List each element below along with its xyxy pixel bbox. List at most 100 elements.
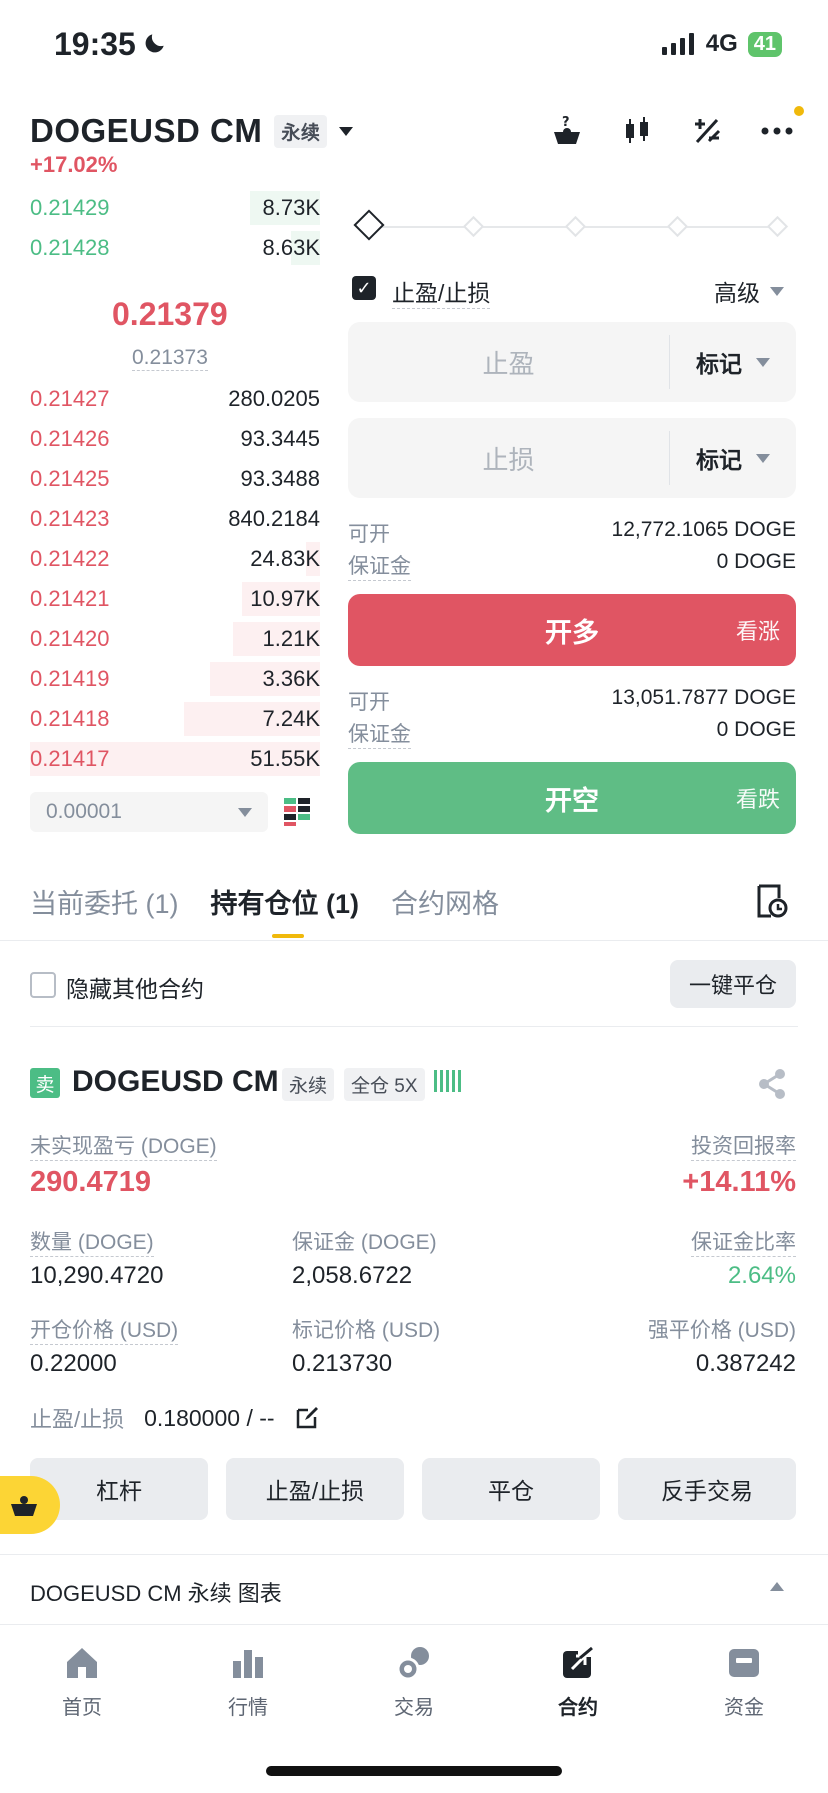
futures-assistant-button[interactable] xyxy=(0,1476,60,1534)
position-type-tag: 永续 xyxy=(282,1068,335,1101)
network-label: 4G xyxy=(705,30,738,57)
bid-row[interactable]: 0.21422 24.83K xyxy=(30,539,320,579)
sl-trigger-select[interactable]: 标记 xyxy=(670,441,796,475)
precision-select[interactable]: 0.00001 xyxy=(30,792,268,832)
bid-qty: 3.36K xyxy=(262,666,321,691)
nav-futures[interactable]: 合约 xyxy=(518,1645,638,1720)
list-divider xyxy=(30,1026,798,1027)
nav-trade-label: 交易 xyxy=(394,1697,434,1719)
margin-label: 保证金 (DOGE) xyxy=(292,1231,437,1254)
position-tpsl-label: 止盈/止损 xyxy=(30,1407,125,1432)
tpsl-checkbox[interactable]: ✓ xyxy=(352,276,376,300)
ask-row[interactable]: 0.21428 8.63K xyxy=(30,228,320,268)
bid-price: 0.21423 xyxy=(30,506,110,531)
mark-price[interactable]: 0.21373 xyxy=(132,346,208,371)
long-available-row: 可开 12,772.1065 DOGE xyxy=(348,518,796,548)
hide-others-label[interactable]: 隐藏其他合约 xyxy=(66,970,204,1004)
edit-icon[interactable] xyxy=(295,1406,319,1430)
slider-handle[interactable] xyxy=(353,209,385,241)
header-toolbar: ? xyxy=(548,112,796,150)
tpsl-button[interactable]: 止盈/止损 xyxy=(226,1458,404,1520)
candlestick-icon[interactable] xyxy=(618,112,656,150)
bid-row[interactable]: 0.21427 280.0205 xyxy=(30,379,320,419)
bid-qty: 7.24K xyxy=(262,706,321,731)
open-long-button[interactable]: 开多 看涨 xyxy=(348,594,796,666)
nav-home[interactable]: 首页 xyxy=(22,1645,142,1720)
tp-trigger-select[interactable]: 标记 xyxy=(670,345,796,379)
side-badge: 卖 xyxy=(30,1068,60,1098)
precision-value: 0.00001 xyxy=(46,800,122,823)
bid-price: 0.21426 xyxy=(30,426,110,451)
ask-row[interactable]: 0.21429 8.73K xyxy=(30,188,320,228)
ask-price: 0.21428 xyxy=(30,235,110,260)
bid-row[interactable]: 0.21420 1.21K xyxy=(30,619,320,659)
orderbook-asks: 0.21429 8.73K 0.21428 8.63K xyxy=(30,188,320,268)
margin-mode-tag[interactable]: 全仓 5X xyxy=(344,1068,425,1101)
nav-markets[interactable]: 行情 xyxy=(188,1645,308,1720)
roe-label: 投资回报率 xyxy=(691,1130,796,1161)
contract-type-tag: 永续 xyxy=(274,114,328,148)
chart-panel-toggle[interactable]: DOGEUSD CM 永续 图表 xyxy=(30,1576,282,1608)
tpsl-label[interactable]: 止盈/止损 xyxy=(392,274,491,309)
futures-grid-icon[interactable]: ? xyxy=(548,112,586,150)
margin-level-icon xyxy=(434,1070,461,1092)
short-margin-row: 保证金 0 DOGE xyxy=(348,718,796,749)
open-short-button[interactable]: 开空 看跌 xyxy=(348,762,796,834)
bid-row[interactable]: 0.21423 840.2184 xyxy=(30,499,320,539)
advanced-toggle[interactable]: 高级 xyxy=(714,274,784,308)
bid-price: 0.21422 xyxy=(30,546,110,571)
stop-loss-input[interactable]: 止损 xyxy=(348,440,669,477)
home-indicator xyxy=(266,1766,562,1776)
tab-open-orders[interactable]: 当前委托 (1) xyxy=(30,882,179,921)
tab-positions[interactable]: 持有仓位 (1) xyxy=(211,882,360,921)
share-icon[interactable] xyxy=(756,1068,788,1100)
take-profit-input[interactable]: 止盈 xyxy=(348,344,669,381)
bid-row[interactable]: 0.21418 7.24K xyxy=(30,699,320,739)
bid-price: 0.21417 xyxy=(30,746,110,771)
hide-others-checkbox[interactable] xyxy=(30,972,56,998)
nav-wallet[interactable]: 资金 xyxy=(684,1645,804,1720)
short-margin-label: 保证金 xyxy=(348,718,411,749)
calculator-icon[interactable] xyxy=(688,112,726,150)
bid-row[interactable]: 0.21421 10.97K xyxy=(30,579,320,619)
history-icon[interactable] xyxy=(756,884,788,918)
leverage-slider[interactable] xyxy=(353,209,789,242)
short-available-label: 可开 xyxy=(348,691,390,714)
bid-qty: 93.3445 xyxy=(240,426,320,451)
bid-row[interactable]: 0.21426 93.3445 xyxy=(30,419,320,459)
futures-icon xyxy=(563,1646,594,1678)
tabs-divider xyxy=(0,940,828,941)
nav-wallet-label: 资金 xyxy=(724,1697,764,1719)
bid-qty: 1.21K xyxy=(262,626,321,651)
orderbook-layout-icon[interactable] xyxy=(284,798,312,826)
margin-ratio-value: 2.64% xyxy=(727,1262,796,1289)
chevron-down-icon xyxy=(339,126,354,136)
tab-grid[interactable]: 合约网格 xyxy=(391,882,499,921)
orderbook-bids: 0.21427 280.0205 0.21426 93.3445 0.21425 93.3… xyxy=(30,379,320,779)
chevron-up-icon[interactable] xyxy=(770,1582,784,1591)
advanced-label: 高级 xyxy=(714,280,760,306)
long-available-label: 可开 xyxy=(348,523,390,546)
more-icon[interactable] xyxy=(758,112,796,150)
bid-row[interactable]: 0.21417 51.55K xyxy=(30,739,320,779)
liq-price-label: 强平价格 (USD) xyxy=(647,1319,796,1342)
bid-price: 0.21420 xyxy=(30,626,110,651)
liq-price-value: 0.387242 xyxy=(695,1350,796,1377)
close-all-button[interactable]: 一键平仓 xyxy=(670,960,796,1008)
chevron-down-icon xyxy=(238,807,252,817)
bid-row[interactable]: 0.21419 3.36K xyxy=(30,659,320,699)
ask-price: 0.21429 xyxy=(30,195,110,220)
nav-trade[interactable]: 交易 xyxy=(354,1645,474,1720)
stop-loss-field[interactable]: 止损 标记 xyxy=(348,418,796,498)
short-available-value: 13,051.7877 DOGE xyxy=(611,686,796,709)
reverse-trade-button[interactable]: 反手交易 xyxy=(618,1458,796,1520)
take-profit-field[interactable]: 止盈 标记 xyxy=(348,322,796,402)
status-time: 19:35 xyxy=(54,26,136,62)
entry-price-label: 开仓价格 (USD) xyxy=(30,1314,179,1345)
close-position-button[interactable]: 平仓 xyxy=(422,1458,600,1520)
qty-value: 10,290.4720 xyxy=(30,1262,164,1289)
bid-qty: 93.3488 xyxy=(240,466,320,491)
last-price[interactable]: 0.21379 xyxy=(112,296,228,333)
bid-row[interactable]: 0.21425 93.3488 xyxy=(30,459,320,499)
pair-selector[interactable]: DOGEUSD CM 永续 xyxy=(30,112,354,150)
